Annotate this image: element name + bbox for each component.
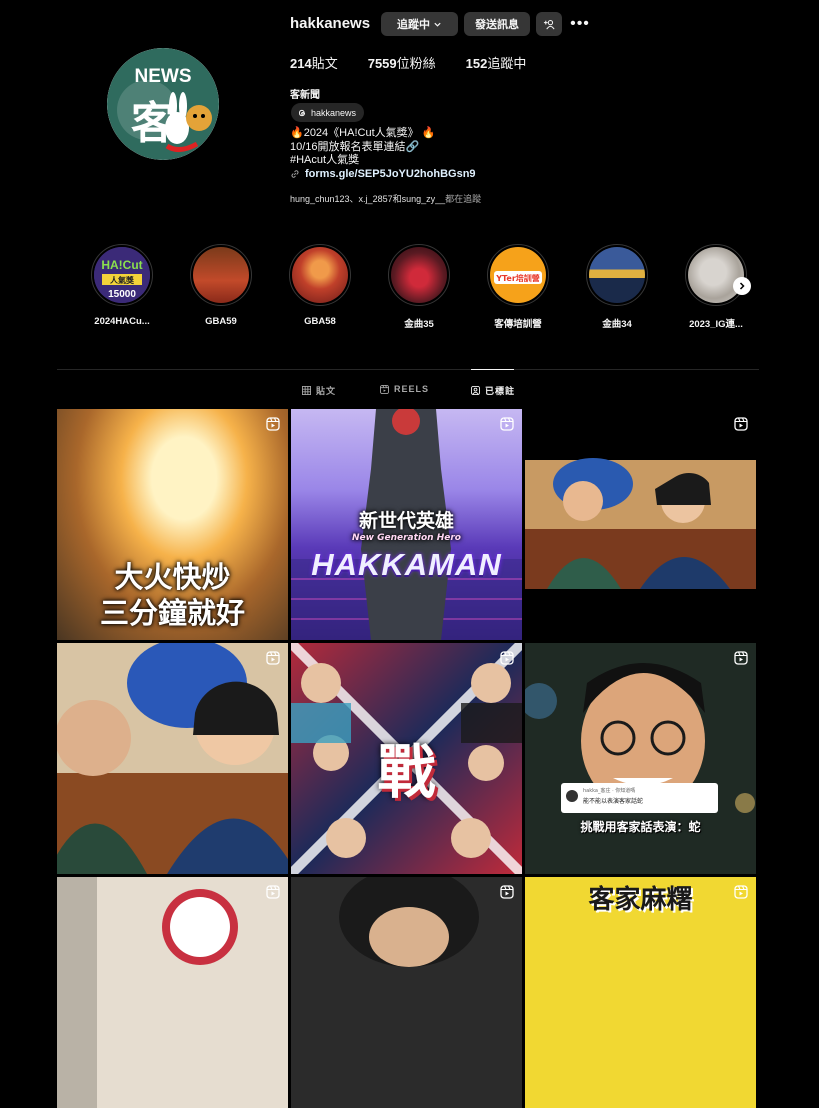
post-thumbnail bbox=[57, 877, 288, 1108]
bio-line: 10/16開放報名表單連結🔗 bbox=[290, 140, 420, 153]
reel-icon bbox=[734, 417, 748, 431]
grid-icon bbox=[302, 386, 311, 395]
post-tile[interactable]: 戰 bbox=[291, 643, 522, 874]
svg-text:HA!Cut: HA!Cut bbox=[101, 258, 142, 272]
threads-icon bbox=[298, 109, 306, 116]
post-caption-line: 三分鐘就好 bbox=[99, 596, 245, 630]
highlight-label: GBA59 bbox=[205, 316, 237, 327]
following-button-label: 追蹤中 bbox=[397, 19, 430, 31]
link-icon bbox=[291, 170, 299, 178]
post-thumbnail bbox=[525, 458, 756, 589]
chevron-down-icon bbox=[434, 22, 441, 27]
post-tile[interactable] bbox=[57, 877, 288, 1108]
post-subtitle: New Generation Hero bbox=[352, 533, 461, 543]
profile-full-name: 客新聞 bbox=[290, 90, 320, 101]
reel-icon bbox=[266, 885, 280, 899]
tab-label: 貼文 bbox=[316, 386, 337, 396]
tab-tagged[interactable]: 已標註 bbox=[471, 384, 515, 397]
reel-icon bbox=[500, 885, 514, 899]
following-button[interactable]: 追蹤中 bbox=[381, 12, 458, 36]
post-thumbnail bbox=[291, 877, 522, 1108]
chevron-right-icon bbox=[739, 282, 745, 290]
svg-text:15000: 15000 bbox=[108, 289, 136, 300]
svg-text:人氣獎: 人氣獎 bbox=[110, 275, 135, 285]
profile-avatar[interactable]: NEWS 客 bbox=[107, 48, 219, 160]
message-button[interactable]: 發送訊息 bbox=[464, 12, 530, 36]
post-caption: 客家麻糬 bbox=[588, 885, 693, 915]
followed-by[interactable]: hung_chun123、x.j_2857和sung_zy__都在追蹤 bbox=[290, 192, 481, 205]
reel-icon bbox=[500, 417, 514, 431]
bio-line: 🔥2024《HA!Cut人氣獎》 🔥 bbox=[290, 127, 436, 139]
svg-text:NEWS: NEWS bbox=[135, 66, 192, 87]
highlight-label: 金曲35 bbox=[404, 319, 434, 330]
post-tile[interactable]: 客家麻糬 bbox=[525, 877, 756, 1108]
highlight-label: 2023_IG連... bbox=[689, 319, 743, 330]
tabs-divider bbox=[57, 369, 759, 370]
followed-by-names: hung_chun123、x.j_2857和sung_zy__ bbox=[290, 194, 446, 204]
post-caption-line: 大火快炒 bbox=[114, 560, 231, 594]
following-count[interactable]: 152追蹤中 bbox=[466, 56, 527, 72]
comment-user: hakka_客庄 · 你知道嗎 bbox=[583, 788, 636, 794]
tab-posts[interactable]: 貼文 bbox=[302, 384, 336, 397]
profile-bio: 🔥2024《HA!Cut人氣獎》 🔥 10/16開放報名表單連結🔗 #HAcut… bbox=[290, 127, 435, 168]
post-tile[interactable] bbox=[57, 643, 288, 874]
profile-stats: 214貼文 7559位粉絲 152追蹤中 bbox=[290, 56, 526, 72]
post-tile[interactable] bbox=[525, 409, 756, 640]
highlight-golden-melody-34[interactable]: 金曲34 bbox=[585, 244, 649, 330]
comment-text: 能不能以表演客家話蛇 bbox=[583, 798, 644, 805]
highlight-cover-image: HA!Cut 人氣獎 15000 bbox=[94, 247, 150, 303]
profile-username: hakkanews bbox=[290, 15, 371, 32]
post-thumbnail bbox=[57, 643, 288, 874]
post-caption: 戰 bbox=[377, 738, 436, 806]
threads-badge[interactable]: hakkanews bbox=[291, 103, 365, 122]
svg-text:YTer培訓營: YTer培訓營 bbox=[495, 273, 540, 283]
tab-label: REELS bbox=[394, 384, 430, 394]
tab-label: 已標註 bbox=[485, 386, 516, 396]
suggested-users-button[interactable] bbox=[536, 12, 562, 36]
bio-link[interactable]: forms.gle/SEP5JoYU2hohBGsn9 bbox=[290, 168, 476, 180]
tagged-icon bbox=[471, 386, 480, 395]
post-comment-overlay: hakka_客庄 · 你知道嗎 能不能以表演客家話蛇 bbox=[561, 783, 718, 813]
post-thumbnail bbox=[525, 643, 756, 874]
highlight-label: 金曲34 bbox=[602, 319, 632, 330]
post-tile[interactable]: hakka_客庄 · 你知道嗎 能不能以表演客家話蛇 挑戰用客家話表演：蛇 bbox=[525, 643, 756, 874]
hakkanews-logo: NEWS 客 bbox=[107, 48, 219, 160]
post-title: 新世代英雄 bbox=[358, 510, 454, 532]
highlight-label: 2024HACu... bbox=[94, 316, 150, 327]
highlight-cover-image: YTer培訓營 bbox=[490, 247, 546, 303]
post-tile[interactable] bbox=[291, 877, 522, 1108]
highlight-gba58[interactable]: GBA58 bbox=[288, 244, 352, 327]
bio-link-text: forms.gle/SEP5JoYU2hohBGsn9 bbox=[305, 168, 476, 180]
reel-icon bbox=[500, 651, 514, 665]
tab-reels[interactable]: REELS bbox=[380, 384, 429, 394]
posts-count: 214貼文 bbox=[290, 56, 338, 71]
add-user-icon bbox=[543, 19, 555, 29]
highlight-golden-melody-35[interactable]: 金曲35 bbox=[387, 244, 451, 330]
highlight-gba59[interactable]: GBA59 bbox=[189, 244, 253, 327]
highlight-label: GBA58 bbox=[304, 316, 336, 327]
reel-icon bbox=[734, 885, 748, 899]
reel-icon bbox=[266, 417, 280, 431]
reels-icon bbox=[380, 384, 389, 394]
bio-hashtag[interactable]: #HAcut人氣獎 bbox=[290, 154, 435, 168]
highlight-training-camp[interactable]: YTer培訓營 客傳培訓營 bbox=[486, 244, 550, 330]
highlights-next-button[interactable] bbox=[733, 277, 751, 295]
highlight-label: 客傳培訓營 bbox=[494, 319, 542, 330]
post-caption: 挑戰用客家話表演：蛇 bbox=[580, 820, 701, 834]
post-tile[interactable]: 新世代英雄 New Generation Hero HAKKAMAN bbox=[291, 409, 522, 640]
post-tile[interactable]: 大火快炒 三分鐘就好 bbox=[57, 409, 288, 640]
followers-count[interactable]: 7559位粉絲 bbox=[368, 56, 436, 72]
post-brand: HAKKAMAN bbox=[311, 547, 502, 582]
reel-icon bbox=[266, 651, 280, 665]
reel-icon bbox=[734, 651, 748, 665]
more-options-icon[interactable]: ••• bbox=[570, 14, 590, 34]
threads-handle: hakkanews bbox=[311, 107, 357, 118]
message-button-label: 發送訊息 bbox=[475, 19, 519, 31]
active-tab-indicator bbox=[471, 369, 514, 370]
comment-avatar bbox=[566, 790, 578, 802]
followed-by-suffix: 都在追蹤 bbox=[445, 194, 482, 204]
highlight-2024hacut[interactable]: HA!Cut 人氣獎 15000 2024HACu... bbox=[90, 244, 154, 327]
